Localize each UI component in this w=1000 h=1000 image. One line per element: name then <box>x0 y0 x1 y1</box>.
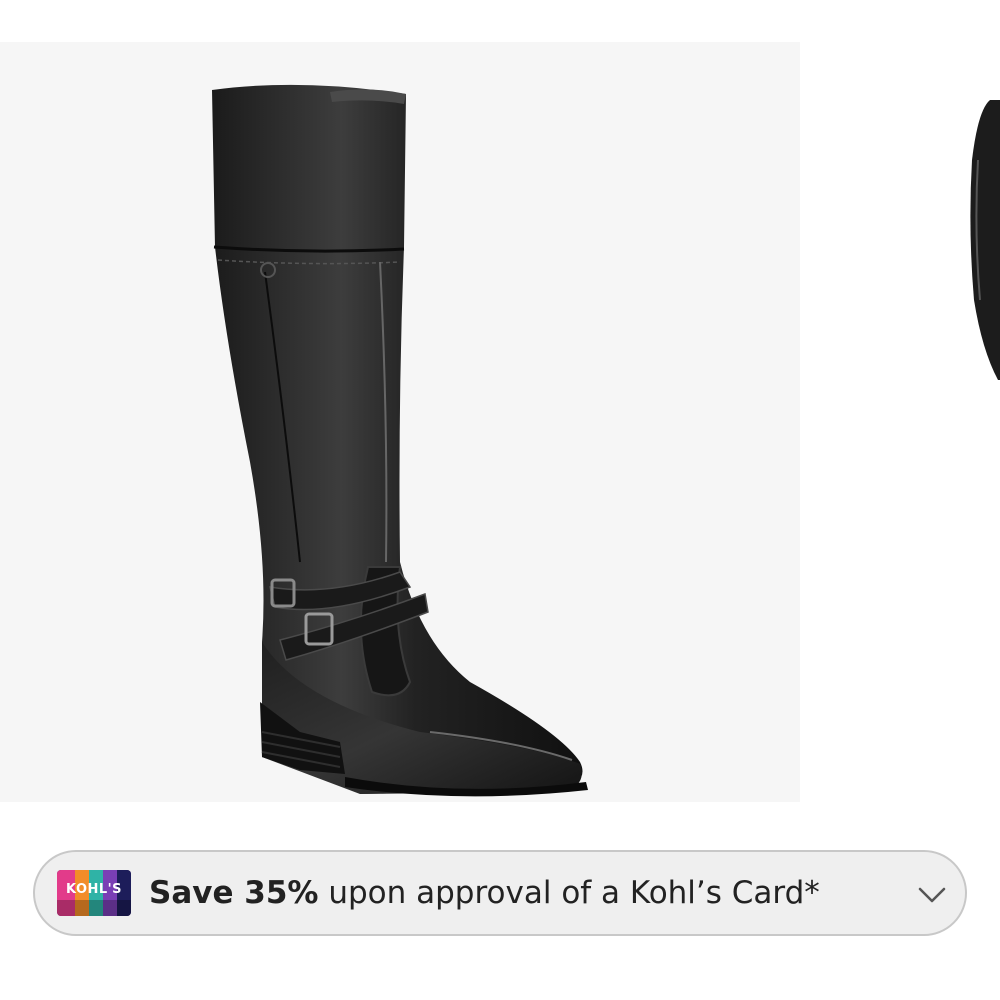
kohls-card-logo: KOHL'S <box>57 870 131 916</box>
card-brand-label: KOHL'S <box>65 882 123 897</box>
promo-save-amount: Save 35% <box>149 875 319 911</box>
product-image-carousel[interactable] <box>0 0 1000 820</box>
boot-image <box>212 84 588 797</box>
promo-description: upon approval of a Kohl’s Card* <box>318 875 820 911</box>
promo-text: Save 35% upon approval of a Kohl’s Card* <box>149 875 820 911</box>
chevron-down-icon[interactable] <box>917 880 947 910</box>
kohls-card-promo-banner[interactable]: KOHL'S Save 35% upon approval of a Kohl’… <box>33 850 967 936</box>
next-image-preview[interactable] <box>960 100 1000 380</box>
product-image[interactable] <box>0 42 800 802</box>
next-boot-image <box>970 100 1000 380</box>
